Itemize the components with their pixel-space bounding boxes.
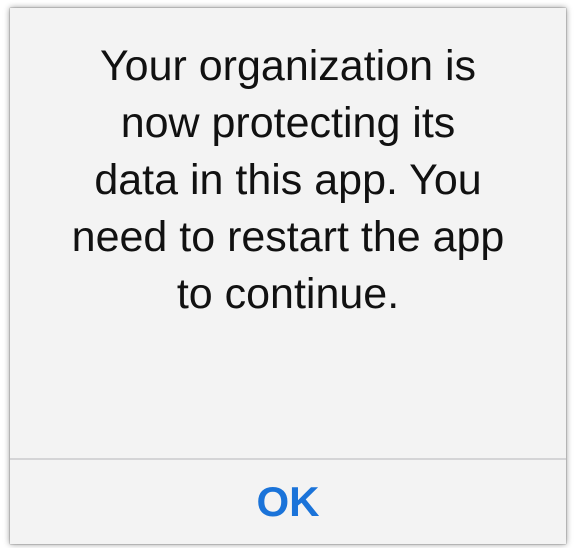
alert-message-line: now protecting its: [120, 99, 456, 147]
alert-message-line: need to restart the app: [71, 213, 505, 261]
alert-message-line: to continue.: [176, 270, 400, 318]
alert-message-line: data in this app. You: [94, 156, 482, 204]
alert-dialog: Your organization is now protecting its …: [10, 8, 566, 544]
ok-button[interactable]: OK: [10, 460, 566, 544]
alert-message-line: Your organization is: [99, 42, 477, 90]
alert-message: Your organization is now protecting its …: [10, 38, 566, 323]
